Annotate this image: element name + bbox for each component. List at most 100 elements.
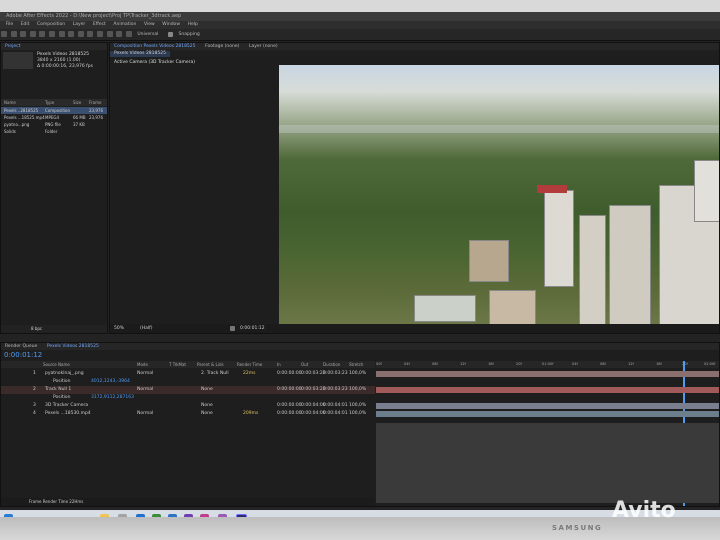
tab-timeline-comp[interactable]: Pexels Videos 2818525 [43,343,103,350]
project-item-fps: 23,976 [89,115,103,120]
col-render-time[interactable]: Render Time [237,361,262,368]
list-item[interactable]: Solids Folder [1,128,107,135]
camera-snapshot-icon[interactable] [230,326,235,331]
layer-parent[interactable]: None [201,386,213,394]
layer-mode[interactable]: Normal [137,410,153,418]
tab-footage[interactable]: Footage (none) [201,43,243,50]
text-tool-icon[interactable] [87,31,94,37]
zoom-tool-icon[interactable] [29,31,36,37]
layer-name: pyatnoklnaj_.png [45,371,84,376]
col-out[interactable]: Out [301,361,308,368]
building [694,160,719,222]
composition-viewer[interactable] [279,65,719,333]
ruler-tick: 02:00f [704,362,716,366]
menu-help[interactable]: Help [188,21,198,29]
table-row[interactable]: 4 Pexels ...18530.mp4 Normal None 209ms … [1,410,375,418]
property-name: Position [53,395,71,400]
property-value[interactable]: 4012,1243,-3964 [91,378,130,386]
bit-depth-button[interactable]: 8 bpc [31,326,42,331]
time-ruler[interactable]: 00f 04f 08f 12f 16f 20f 01:00f 04f 08f 1… [376,361,719,368]
pan-tool-icon[interactable] [48,31,55,37]
tab-layer[interactable]: Layer (none) [245,43,282,50]
comp-thumbnail [3,52,33,69]
building [609,205,651,333]
timeline-footer: Frame Render Time 22Hms [1,498,375,506]
timeline-empty-area [376,423,719,503]
property-value[interactable]: 3172,9112,287163 [91,394,134,402]
layer-bar[interactable] [376,411,719,417]
stamp-tool-icon[interactable] [106,31,113,37]
zoom-dropdown[interactable]: 50% [114,324,124,333]
layer-parent[interactable]: 2. Track Null [201,370,229,378]
project-item-type: PNG file [45,122,61,127]
layer-number: 1 [33,371,36,376]
menu-edit[interactable]: Edit [21,21,30,29]
current-time-display[interactable]: 0:00:01:12 [4,351,42,359]
tab-project[interactable]: Project [1,43,24,50]
tab-render-queue[interactable]: Render Queue [1,343,41,350]
home-icon[interactable] [1,31,7,37]
dolly-tool-icon[interactable] [58,31,65,37]
layer-mode[interactable]: Normal [137,370,153,378]
layer-name: 3D Tracker Camera [45,403,89,408]
col-in[interactable]: In [277,361,281,368]
tab-composition[interactable]: Composition Pexels Videos 2818525 [110,43,200,50]
menu-composition[interactable]: Composition [37,21,65,29]
col-parent[interactable]: Parent & Link [197,361,224,368]
comp-subtab[interactable]: Pexels Videos 2818525 [110,51,170,57]
col-name[interactable]: Name [4,99,16,106]
project-item-type: Folder [45,129,58,134]
table-row[interactable]: 1 pyatnoklnaj_.png Normal 2. Track Null … [1,370,375,378]
timeline-panel: Render Queue Pexels Videos 2818525 0:00:… [0,342,720,507]
layer-duration: 0:00:04:01 [323,403,348,408]
snapping-checkbox[interactable] [167,32,173,37]
col-size[interactable]: Size [73,99,81,106]
list-item[interactable]: Pexels ..2818525 Composition 23,976 [1,107,107,114]
layer-bar[interactable] [376,403,719,409]
selection-tool-icon[interactable] [10,31,17,37]
layer-render-time: 209ms [243,411,259,416]
list-item[interactable]: pyatno...png PNG file 37 KB [1,121,107,128]
menu-animation[interactable]: Animation [113,21,136,29]
menu-file[interactable]: File [6,21,14,29]
timeline-column-header: Source Name Mode T TrkMat Parent & Link … [1,361,375,368]
layer-bar[interactable] [376,387,719,393]
universal-label[interactable]: Universal [137,29,158,40]
col-source-name[interactable]: Source Name [43,361,70,368]
horizon-haze [279,125,719,133]
menu-effect[interactable]: Effect [93,21,106,29]
layer-bar[interactable] [376,371,719,377]
pen-tool-icon[interactable] [77,31,84,37]
puppet-tool-icon[interactable] [125,31,132,37]
layer-mode[interactable]: Normal [137,386,153,394]
menu-view[interactable]: View [144,21,155,29]
rotate-tool-icon[interactable] [68,31,75,37]
list-item[interactable]: Pexels ...18525.mp4 MPEG4 66 MB 23,976 [1,114,107,121]
table-row[interactable]: 3 3D Tracker Camera None 0:00:00:00 0:00… [1,402,375,410]
layer-parent[interactable]: None [201,410,213,418]
building [544,190,574,287]
brush-tool-icon[interactable] [96,31,103,37]
layer-parent[interactable]: None [201,402,213,410]
building [469,240,509,282]
col-type[interactable]: Type [45,99,54,106]
table-row[interactable]: 2 Track Null 1 Normal None 0:00:00:00 0:… [1,386,375,394]
ruler-tick: 16f [488,362,494,366]
quality-dropdown[interactable]: (Half) [140,324,153,333]
snapping-label[interactable]: Snapping [179,29,200,40]
orbit-tool-icon[interactable] [39,31,46,37]
col-duration[interactable]: Duration [323,361,340,368]
eraser-tool-icon[interactable] [116,31,123,37]
comp-timecode[interactable]: 0:00:01:12 [240,324,265,333]
menu-window[interactable]: Window [162,21,180,29]
menu-bar: File Edit Composition Layer Effect Anima… [0,21,720,29]
col-stretch[interactable]: Stretch [349,361,363,368]
col-trkmat[interactable]: T TrkMat [169,361,186,368]
hand-tool-icon[interactable] [20,31,27,37]
table-row[interactable]: Position 3172,9112,287163 [1,394,375,402]
layer-out: 0:00:04:00 [301,403,326,408]
table-row[interactable]: Position 4012,1243,-3964 [1,378,375,386]
project-item-size: 66 MB [73,115,86,120]
col-mode[interactable]: Mode [137,361,148,368]
menu-layer[interactable]: Layer [73,21,86,29]
